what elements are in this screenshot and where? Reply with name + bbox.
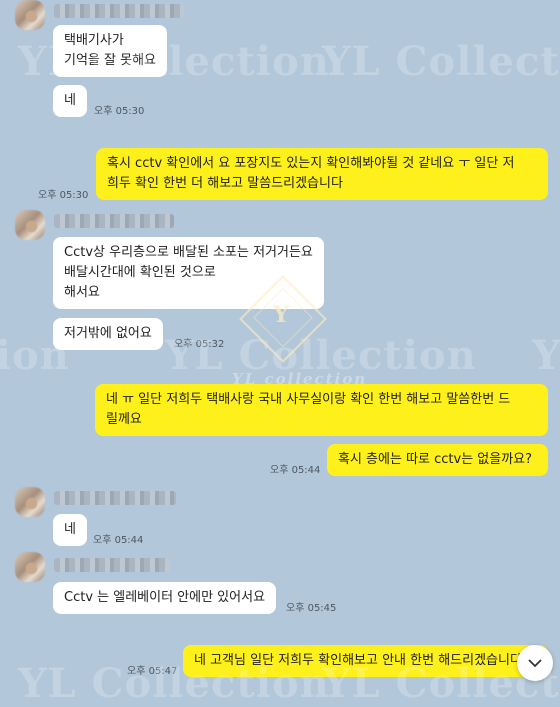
message-bubble-outgoing[interactable]: 네 고객님 일단 저희두 확인해보고 안내 한번 해드리겠습니다 bbox=[183, 645, 548, 677]
message-timestamp: 오후 05:47 bbox=[127, 666, 178, 677]
avatar[interactable] bbox=[15, 487, 45, 517]
sender-name-blurred bbox=[54, 4, 184, 18]
message-bubble-outgoing[interactable]: 혹시 cctv 확인에서 요 포장지도 있는지 확인해봐야될 것 같네요 ㅜ 일… bbox=[96, 148, 548, 200]
sender-name-blurred bbox=[54, 214, 174, 228]
message-bubble-outgoing[interactable]: 네 ㅠ 일단 저희두 택배사랑 국내 사무실이랑 확인 한번 해보고 말씀한번 … bbox=[95, 384, 548, 436]
watermark-text: YL Collection bbox=[322, 38, 560, 85]
message-line: 혹시 cctv 확인에서 요 포장지도 있는지 확인해봐야될 것 같네요 ㅜ 일… bbox=[107, 156, 515, 171]
message-timestamp: 오후 05:30 bbox=[94, 106, 145, 117]
message-line: 네 고객님 일단 저희두 확인해보고 안내 한번 해드리겠습니다 bbox=[194, 653, 522, 668]
message-line: 배달시간대에 확인된 것으로 bbox=[64, 265, 216, 280]
message-timestamp: 오후 05:44 bbox=[270, 465, 321, 476]
sender-name-blurred bbox=[54, 558, 170, 572]
avatar[interactable] bbox=[15, 552, 45, 582]
scroll-down-button[interactable] bbox=[517, 645, 553, 681]
message-bubble-incoming[interactable]: 택배기사가 기억을 잘 못해요 bbox=[53, 25, 167, 77]
message-timestamp: 오후 05:45 bbox=[286, 603, 337, 614]
message-line: Cctv 는 엘레베이터 안에만 있어서요 bbox=[64, 590, 266, 605]
message-bubble-outgoing[interactable]: 혹시 층에는 따로 cctv는 없을까요? bbox=[327, 444, 548, 476]
watermark-text: YL Collection bbox=[532, 332, 560, 379]
message-line: 저거밖에 없어요 bbox=[64, 326, 152, 341]
message-timestamp: 오후 05:32 bbox=[174, 339, 225, 350]
avatar[interactable] bbox=[15, 210, 45, 240]
message-timestamp: 오후 05:44 bbox=[93, 535, 144, 546]
message-timestamp: 오후 05:30 bbox=[38, 190, 89, 201]
message-line: 릴께요 bbox=[106, 412, 142, 427]
watermark-logo-letter: Y bbox=[273, 302, 289, 328]
message-line: 혹시 층에는 따로 cctv는 없을까요? bbox=[338, 452, 533, 467]
chevron-down-icon bbox=[528, 659, 542, 668]
avatar[interactable] bbox=[15, 0, 45, 30]
message-bubble-incoming[interactable]: 네 bbox=[53, 85, 87, 117]
message-bubble-incoming[interactable]: 저거밖에 없어요 bbox=[53, 318, 163, 350]
sender-name-blurred bbox=[54, 491, 176, 505]
message-line: 네 ㅠ 일단 저희두 택배사랑 국내 사무실이랑 확인 한번 해보고 말씀한번 … bbox=[106, 392, 511, 407]
message-line: 희두 확인 한번 더 해보고 말씀드리겠습니다 bbox=[107, 176, 343, 191]
message-bubble-incoming[interactable]: 네 bbox=[53, 514, 87, 546]
message-line: 기억을 잘 못해요 bbox=[64, 53, 156, 68]
message-line: Cctv상 우리층으로 배달된 소포는 저거거든요 bbox=[64, 245, 313, 260]
message-line: 택배기사가 bbox=[64, 33, 124, 48]
message-bubble-incoming[interactable]: Cctv 는 엘레베이터 안에만 있어서요 bbox=[53, 582, 277, 614]
message-line: 네 bbox=[64, 93, 76, 108]
message-line: 네 bbox=[64, 522, 76, 537]
